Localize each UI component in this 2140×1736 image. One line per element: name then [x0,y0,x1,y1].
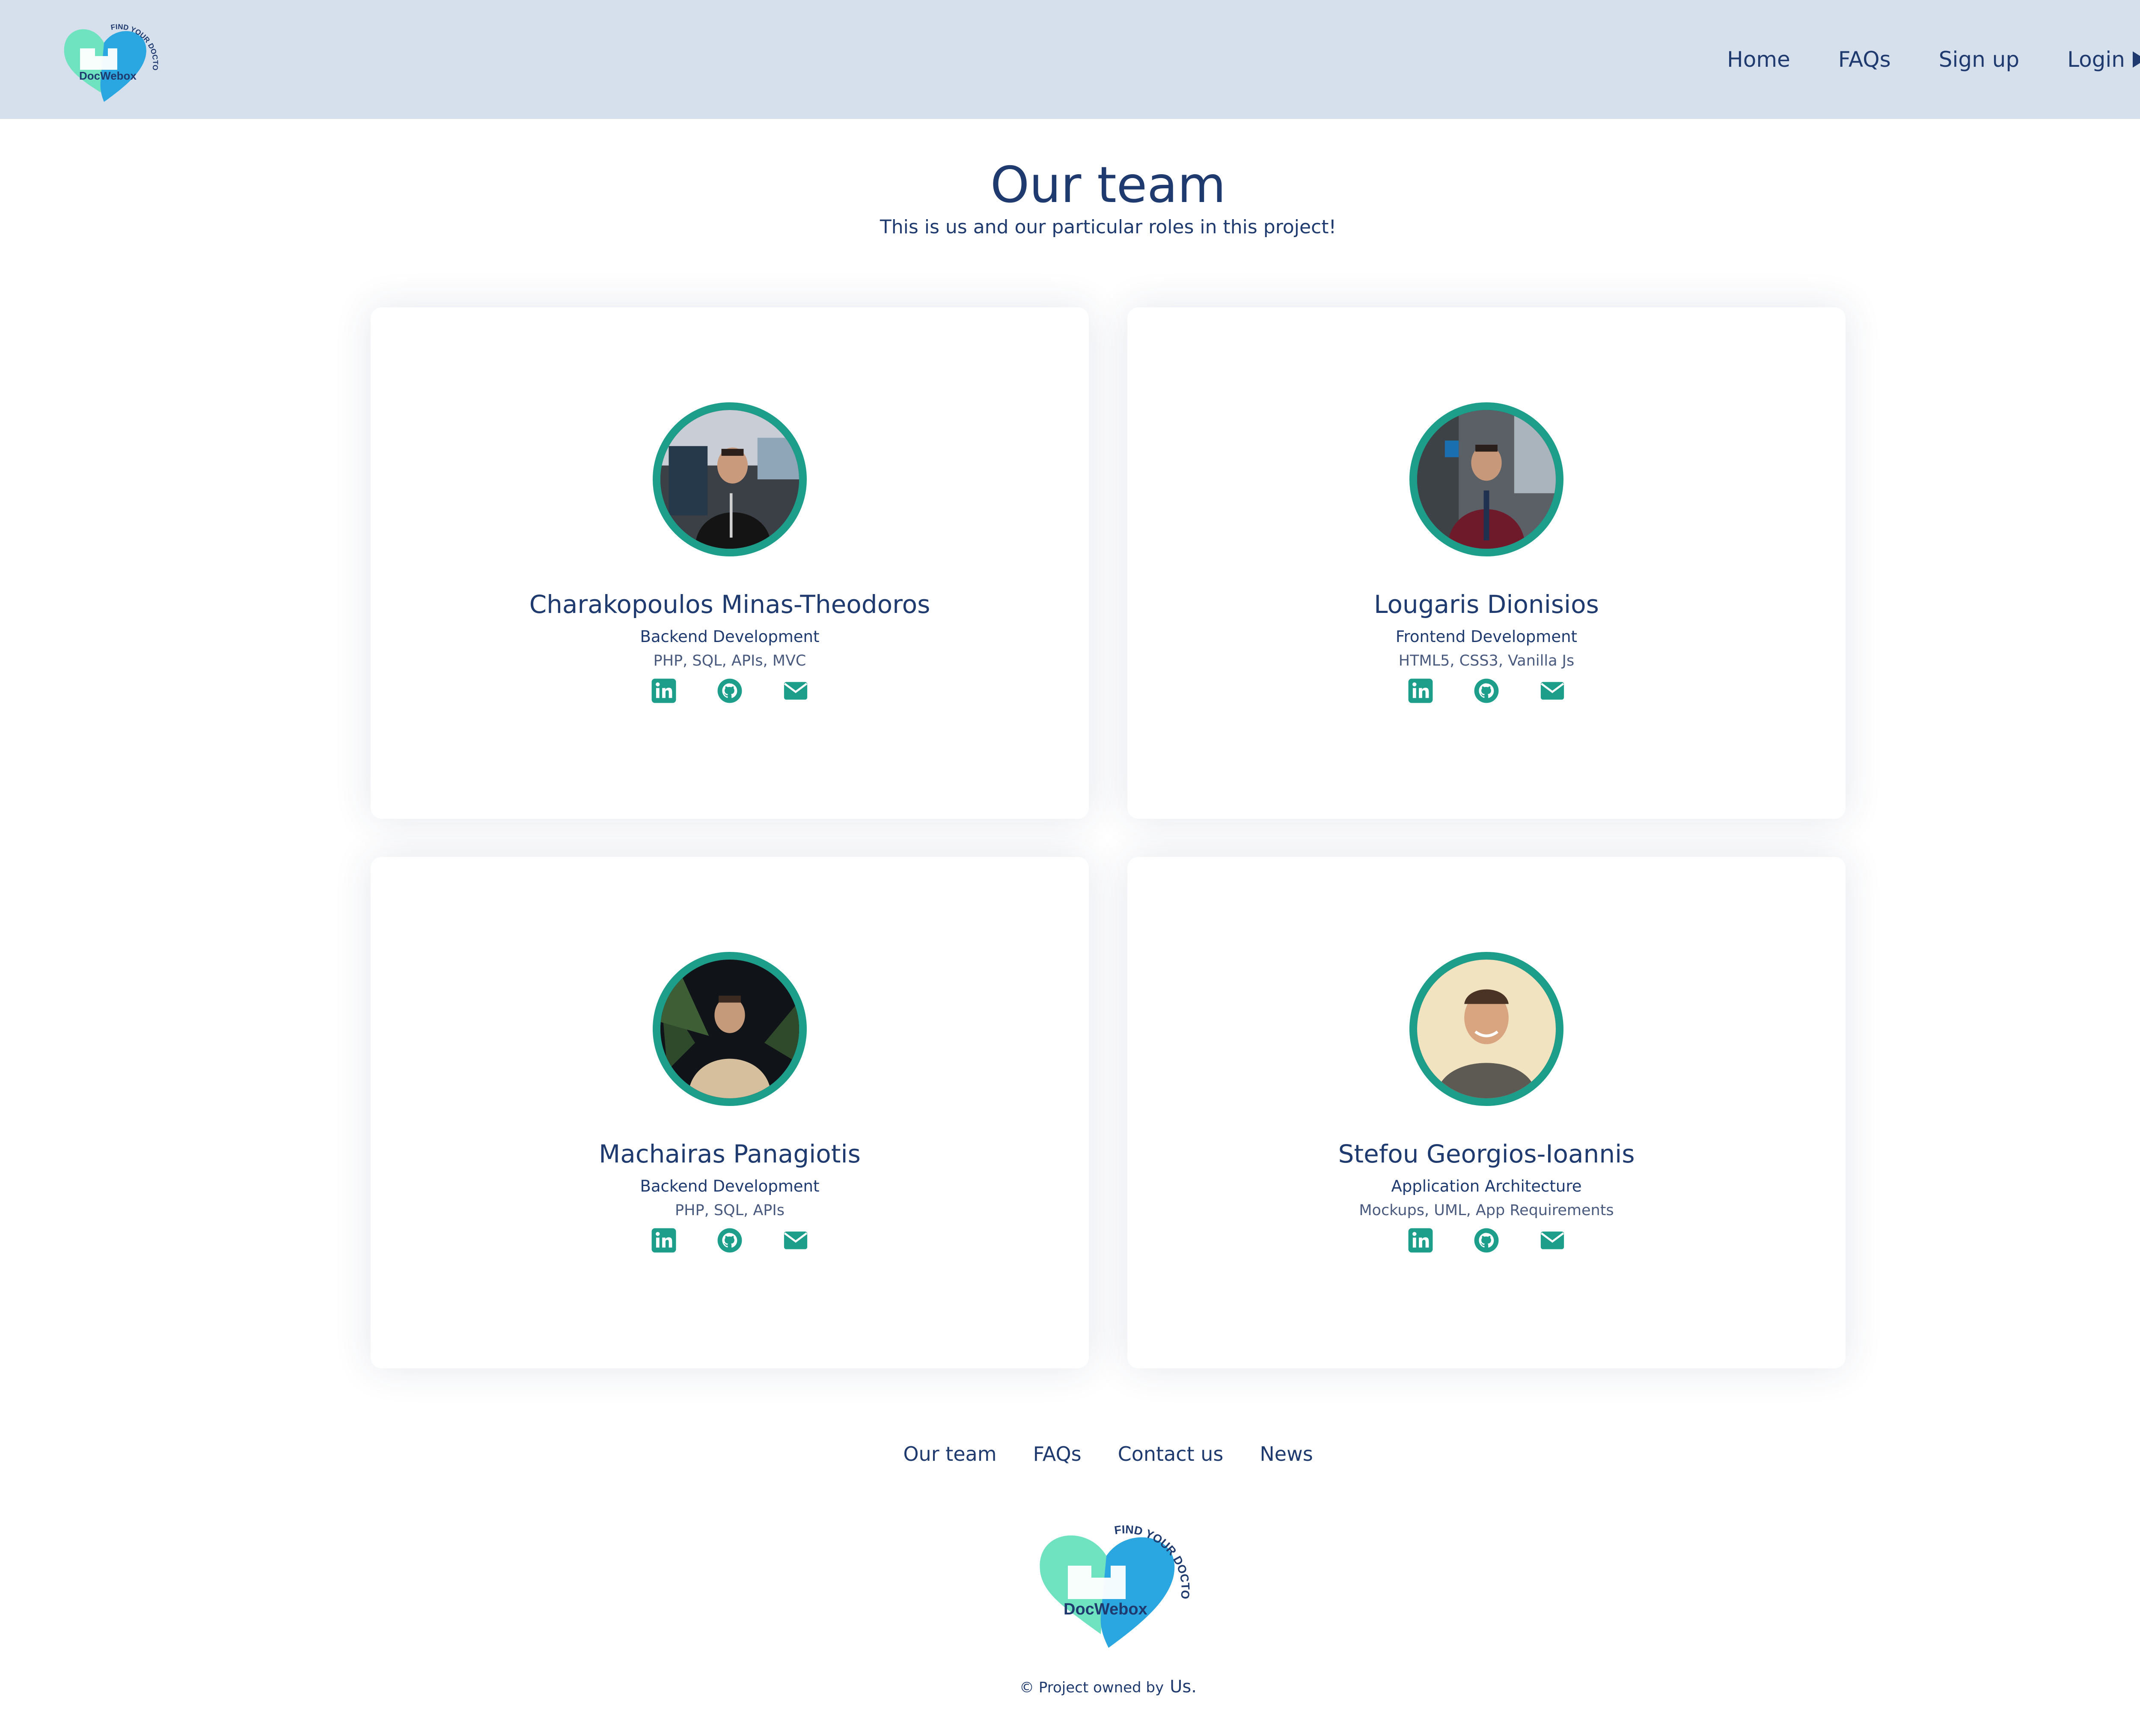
member-skills: PHP, SQL, APIs [675,1202,785,1219]
team-card: Machairas Panagiotis Backend Development… [371,857,1089,1368]
github-icon[interactable] [716,678,743,704]
social-links [1127,678,1846,704]
member-role: Backend Development [640,627,820,646]
main-nav: Home FAQs Sign up Login [1727,0,2140,119]
github-icon[interactable] [1473,678,1500,704]
docwebox-logo[interactable]: DocWebox FIND YOUR DOCTOR [1027,1515,1194,1652]
site-header: DocWebox FIND YOUR DOCTOR Home FAQs Sign… [0,0,2140,119]
linkedin-icon[interactable] [651,1227,677,1254]
email-icon[interactable] [1539,678,1566,704]
github-icon[interactable] [716,1227,743,1254]
owner-link[interactable]: Us. [1170,1677,1197,1697]
logo-wordmark: DocWebox [79,69,137,82]
email-icon[interactable] [1539,1227,1566,1254]
email-icon[interactable] [782,678,809,704]
member-skills: Mockups, UML, App Requirements [1359,1202,1614,1219]
member-name: Lougaris Dionisios [1374,590,1599,619]
member-photo [1409,402,1563,556]
team-card: Charakopoulos Minas-Theodoros Backend De… [371,307,1089,819]
member-name: Charakopoulos Minas-Theodoros [529,590,930,619]
play-arrow-icon [2133,51,2140,68]
footer-link-news[interactable]: News [1260,1442,1313,1465]
member-role: Backend Development [640,1177,820,1195]
social-links [371,1227,1089,1254]
member-photo [1409,952,1563,1106]
footer-link-contact-us[interactable]: Contact us [1118,1442,1224,1465]
copyright: © Project owned by Us. [0,1677,2140,1697]
github-icon[interactable] [1473,1227,1500,1254]
member-name: Stefou Georgios-Ioannis [1338,1139,1635,1168]
nav-login[interactable]: Login [2067,47,2140,72]
linkedin-icon[interactable] [651,678,677,704]
footer-link-faqs[interactable]: FAQs [1033,1442,1082,1465]
team-card: Lougaris Dionisios Frontend Development … [1127,307,1846,819]
nav-signup[interactable]: Sign up [1939,47,2019,72]
logo-wordmark: DocWebox [1064,1600,1147,1618]
member-photo [653,952,807,1106]
footer-link-our-team[interactable]: Our team [903,1442,996,1465]
nav-home[interactable]: Home [1727,47,1790,72]
nav-faqs[interactable]: FAQs [1838,47,1891,72]
member-name: Machairas Panagiotis [599,1139,861,1168]
team-card: Stefou Georgios-Ioannis Application Arch… [1127,857,1846,1368]
member-photo [653,402,807,556]
member-role: Frontend Development [1395,627,1578,646]
page-title: Our team [990,156,1226,214]
social-links [1127,1227,1846,1254]
member-skills: HTML5, CSS3, Vanilla Js [1398,652,1575,669]
linkedin-icon[interactable] [1407,678,1434,704]
member-role: Application Architecture [1391,1177,1582,1195]
linkedin-icon[interactable] [1407,1227,1434,1254]
copyright-text: © Project owned by [1019,1679,1164,1696]
email-icon[interactable] [782,1227,809,1254]
member-skills: PHP, SQL, APIs, MVC [653,652,806,669]
nav-login-label: Login [2067,47,2125,72]
social-links [371,678,1089,704]
docwebox-logo[interactable]: DocWebox FIND YOUR DOCTOR [54,16,160,104]
footer-nav: Our team FAQs Contact us News [0,1442,2140,1465]
page-subtitle: This is us and our particular roles in t… [880,216,1337,238]
